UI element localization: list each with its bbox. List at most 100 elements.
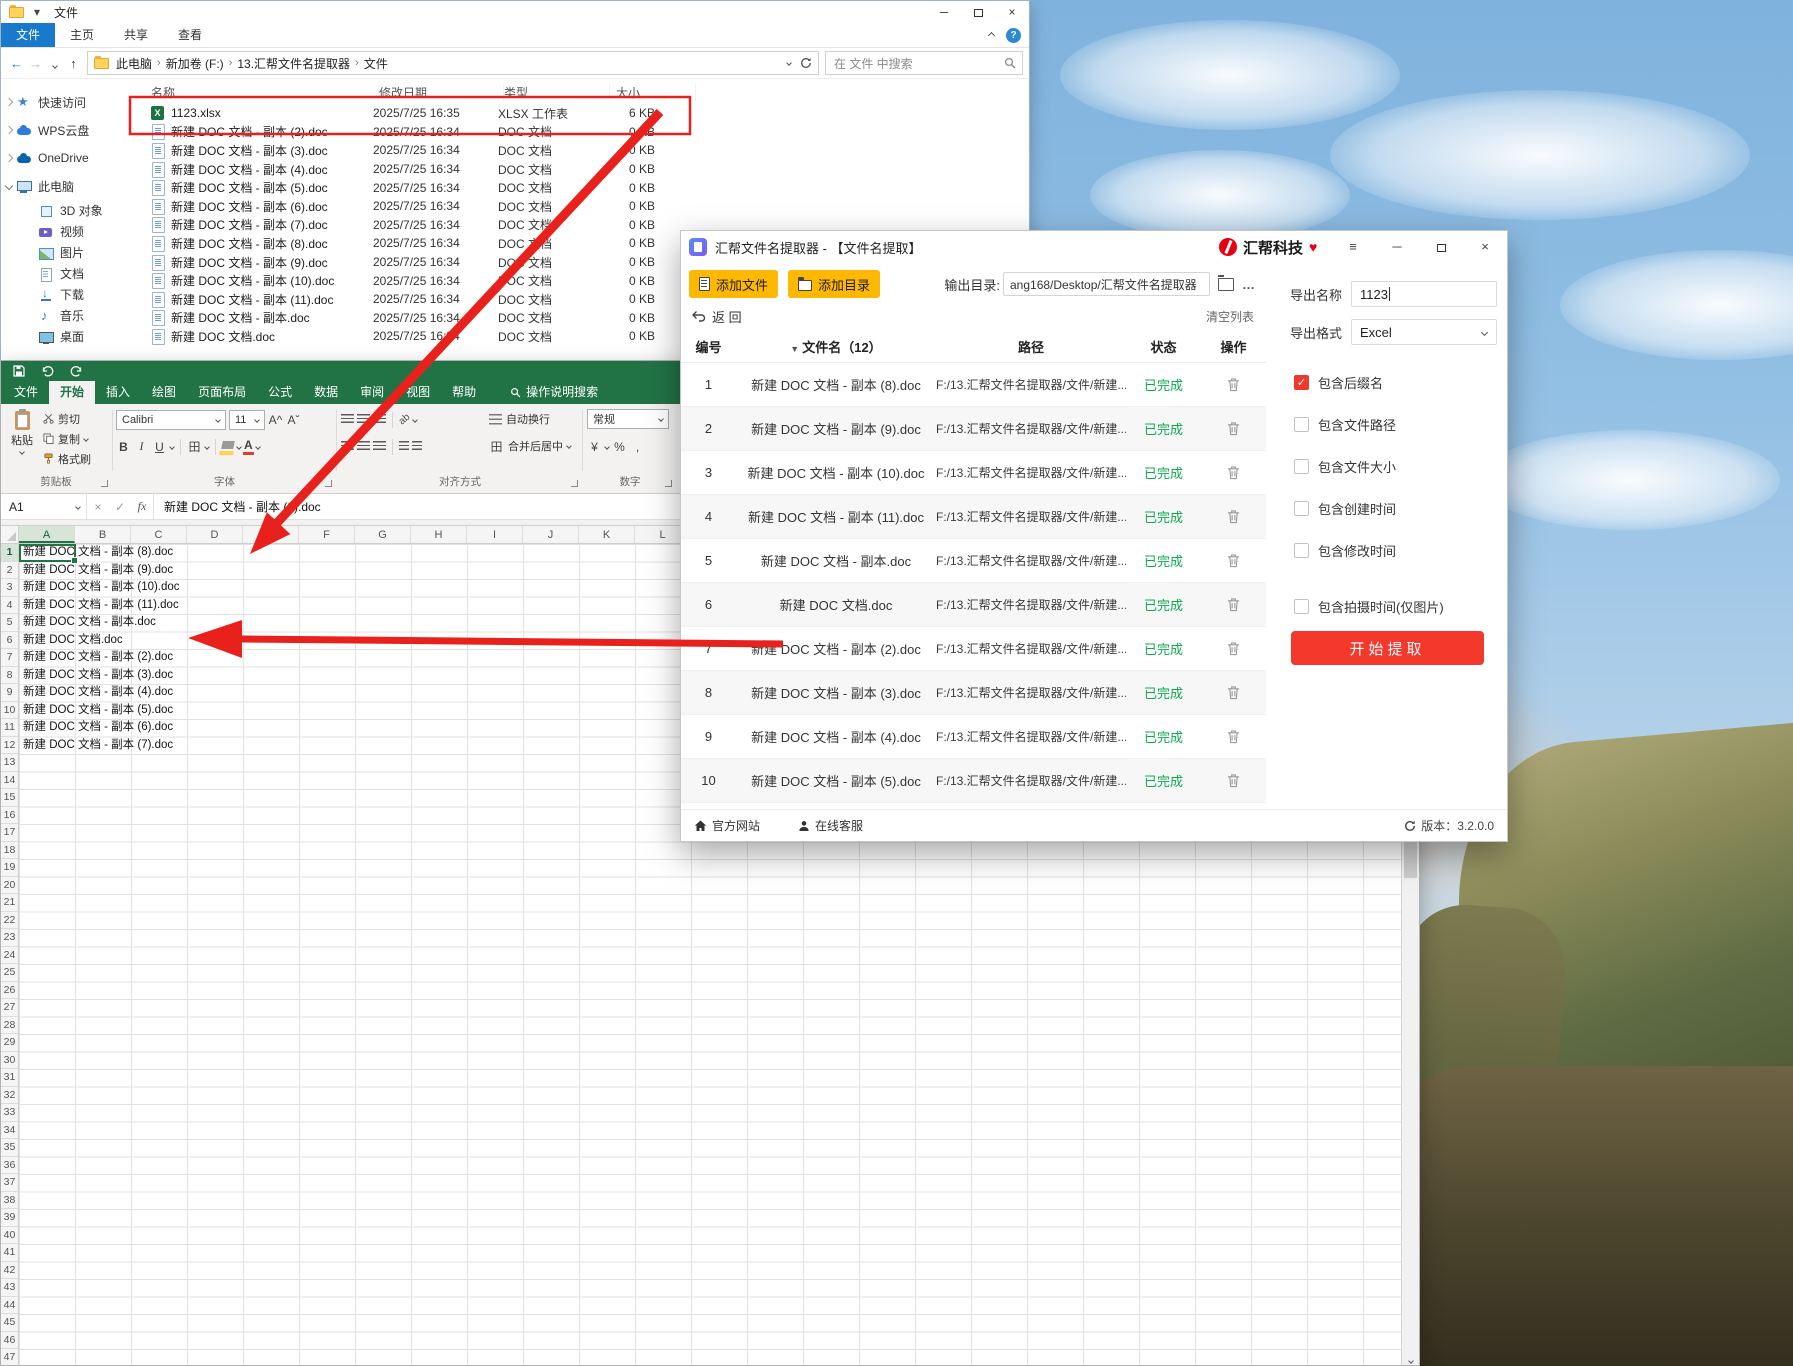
delete-icon[interactable]: [1227, 553, 1240, 568]
excel-tab-5[interactable]: 公式: [257, 381, 303, 404]
sidebar-item[interactable]: OneDrive: [1, 144, 131, 172]
start-extract-button[interactable]: 开始提取: [1291, 631, 1484, 665]
align-middle-icon[interactable]: [357, 414, 370, 425]
delete-icon[interactable]: [1227, 377, 1240, 392]
checkbox-icon[interactable]: [1294, 599, 1309, 614]
name-box[interactable]: A1: [1, 494, 87, 519]
export-option-3[interactable]: 包含创建时间: [1294, 499, 1508, 518]
row-42-header[interactable]: 42: [1, 1262, 18, 1280]
export-option-0[interactable]: ✓包含后缀名: [1294, 373, 1508, 392]
row-43-header[interactable]: 43: [1, 1279, 18, 1297]
row-28-header[interactable]: 28: [1, 1017, 18, 1035]
borders-button[interactable]: 田: [187, 438, 202, 455]
row-1-header[interactable]: 1: [1, 544, 18, 562]
copy-button[interactable]: 复制: [43, 430, 91, 447]
wrap-text-button[interactable]: 自动换行: [489, 409, 550, 429]
delete-icon[interactable]: [1227, 773, 1240, 788]
breadcrumb-segment[interactable]: 新加卷 (F:): [161, 55, 229, 72]
sidebar-item[interactable]: 音乐: [1, 305, 131, 326]
sidebar-item[interactable]: 图片: [1, 242, 131, 263]
delete-icon[interactable]: [1227, 685, 1240, 700]
excel-tab-0[interactable]: 文件: [3, 381, 49, 404]
delete-icon[interactable]: [1227, 597, 1240, 612]
row-11-header[interactable]: 11: [1, 719, 18, 737]
decrease-font-button[interactable]: Aˇ: [286, 413, 301, 427]
help-icon[interactable]: ?: [1006, 28, 1021, 43]
breadcrumb-segment[interactable]: 文件: [359, 55, 393, 72]
sidebar-item[interactable]: 3D 对象: [1, 200, 131, 221]
extract-row[interactable]: 9新建 DOC 文档 - 副本 (4).docF:/13.汇帮文件名提取器/文件…: [681, 715, 1266, 759]
refresh-icon[interactable]: [800, 57, 812, 69]
cell-A3[interactable]: 新建 DOC 文档 - 副本 (10).doc: [23, 579, 180, 597]
align-top-icon[interactable]: [341, 414, 354, 425]
excel-tab-3[interactable]: 绘图: [141, 381, 187, 404]
minimize-button[interactable]: ─: [1375, 231, 1419, 263]
row-27-header[interactable]: 27: [1, 999, 18, 1017]
checkbox-icon[interactable]: [1294, 417, 1309, 432]
extract-column-header[interactable]: 状态: [1126, 337, 1201, 356]
paste-button[interactable]: 粘贴: [4, 409, 40, 469]
excel-tab-10[interactable]: 操作说明搜索: [499, 381, 609, 404]
online-support-link[interactable]: 在线客服: [798, 817, 863, 834]
close-button[interactable]: ×: [1463, 231, 1507, 263]
font-color-button[interactable]: A: [244, 439, 253, 451]
expand-chevron-icon[interactable]: [1, 99, 16, 105]
address-bar[interactable]: 此电脑›新加卷 (F:)›13.汇帮文件名提取器›文件: [87, 51, 819, 75]
checkbox-icon[interactable]: [1294, 459, 1309, 474]
delete-icon[interactable]: [1227, 641, 1240, 656]
row-35-header[interactable]: 35: [1, 1139, 18, 1157]
merge-center-button[interactable]: 田 合并后居中: [489, 436, 571, 456]
row-12-header[interactable]: 12: [1, 737, 18, 755]
extract-row[interactable]: 3新建 DOC 文档 - 副本 (10).docF:/13.汇帮文件名提取器/文…: [681, 451, 1266, 495]
output-dir-input[interactable]: ang168/Desktop/汇帮文件名提取器: [1003, 272, 1210, 296]
row-2-header[interactable]: 2: [1, 562, 18, 580]
breadcrumb-segment[interactable]: 13.汇帮文件名提取器: [232, 55, 355, 72]
checkbox-icon[interactable]: ✓: [1294, 375, 1309, 390]
extract-row[interactable]: 8新建 DOC 文档 - 副本 (3).docF:/13.汇帮文件名提取器/文件…: [681, 671, 1266, 715]
sidebar-item[interactable]: 文档: [1, 263, 131, 284]
quick-access-toolbar-caret-icon[interactable]: ▾: [34, 5, 40, 19]
column-B-header[interactable]: B: [75, 526, 131, 543]
row-25-header[interactable]: 25: [1, 964, 18, 982]
row-39-header[interactable]: 39: [1, 1209, 18, 1227]
row-20-header[interactable]: 20: [1, 877, 18, 895]
explorer-menu-tab[interactable]: 主页: [55, 23, 109, 47]
cell-A7[interactable]: 新建 DOC 文档 - 副本 (2).doc: [23, 649, 173, 667]
row-5-header[interactable]: 5: [1, 614, 18, 632]
insert-function-icon[interactable]: fx: [131, 494, 153, 519]
export-option-4[interactable]: 包含修改时间: [1294, 541, 1508, 560]
dialog-launcher-icon[interactable]: [665, 480, 672, 487]
row-16-header[interactable]: 16: [1, 807, 18, 825]
dialog-launcher-icon[interactable]: [325, 480, 332, 487]
sidebar-item[interactable]: 此电脑: [1, 172, 131, 200]
back-button[interactable]: 返 回: [691, 307, 742, 326]
excel-tab-7[interactable]: 审阅: [349, 381, 395, 404]
column-J-header[interactable]: J: [523, 526, 579, 543]
file-row[interactable]: 1123.xlsx2025/7/25 16:35XLSX 工作表6 KB: [131, 104, 1029, 123]
extract-row[interactable]: 7新建 DOC 文档 - 副本 (2).docF:/13.汇帮文件名提取器/文件…: [681, 627, 1266, 671]
scroll-down-icon[interactable]: [1408, 1358, 1414, 1364]
maximize-button[interactable]: [961, 1, 995, 23]
sidebar-item[interactable]: 下载: [1, 284, 131, 305]
add-file-button[interactable]: 添加文件: [689, 270, 778, 298]
cell-A12[interactable]: 新建 DOC 文档 - 副本 (7).doc: [23, 737, 173, 755]
file-column-header[interactable]: 修改日期: [379, 84, 504, 101]
minimize-button[interactable]: ─: [927, 1, 961, 23]
ribbon-collapse-icon[interactable]: [988, 32, 995, 39]
cancel-entry-icon[interactable]: ×: [87, 494, 109, 519]
accounting-format-button[interactable]: ¥: [587, 440, 602, 454]
row-17-header[interactable]: 17: [1, 824, 18, 842]
select-all-corner[interactable]: [1, 526, 19, 544]
font-size-select[interactable]: 11: [229, 410, 265, 430]
row-40-header[interactable]: 40: [1, 1227, 18, 1245]
extract-row[interactable]: 10新建 DOC 文档 - 副本 (5).docF:/13.汇帮文件名提取器/文…: [681, 759, 1266, 803]
maximize-button[interactable]: [1419, 231, 1463, 263]
file-column-header[interactable]: 类型: [504, 84, 610, 101]
file-row[interactable]: 新建 DOC 文档 - 副本 (6).doc2025/7/25 16:34DOC…: [131, 197, 1029, 216]
expand-chevron-icon[interactable]: [1, 183, 16, 189]
column-G-header[interactable]: G: [355, 526, 411, 543]
breadcrumb-segment[interactable]: 此电脑: [111, 55, 157, 72]
search-input[interactable]: 在 文件 中搜索: [825, 51, 1023, 75]
file-row[interactable]: 新建 DOC 文档 - 副本 (4).doc2025/7/25 16:34DOC…: [131, 160, 1029, 179]
excel-tab-2[interactable]: 插入: [95, 381, 141, 404]
